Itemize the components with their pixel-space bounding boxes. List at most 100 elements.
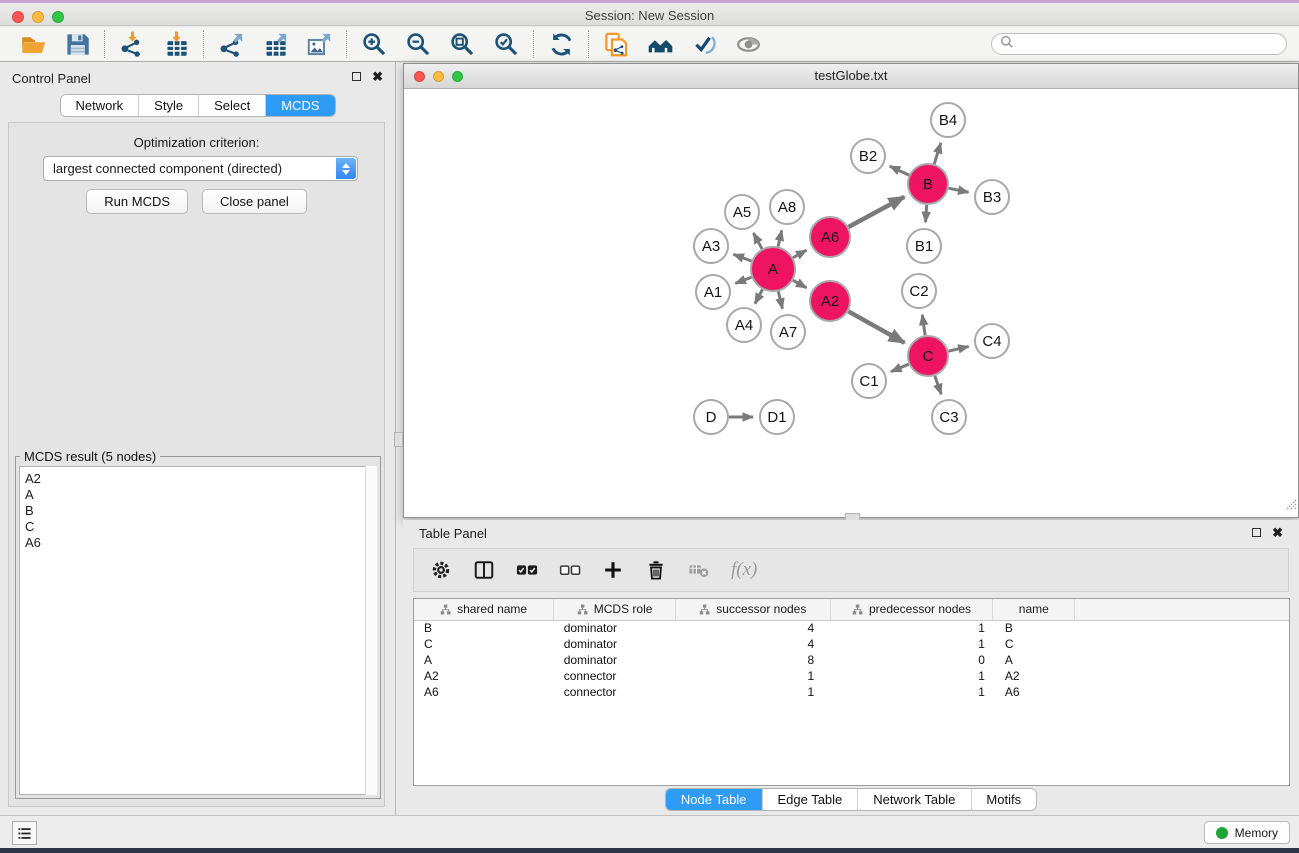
open-session-icon[interactable] [19, 30, 47, 58]
column-header-shared-name[interactable]: shared name [414, 599, 554, 620]
mcds-result-item[interactable]: A2 [25, 471, 376, 487]
graph-node-label-B: B [923, 176, 933, 193]
import-network-icon[interactable] [118, 30, 146, 58]
node-table-row[interactable]: A2connector11A2 [414, 668, 1289, 684]
mcds-result-item[interactable]: A [25, 487, 376, 503]
network-graph: AA1A2A3A4A5A6A7A8BB1B2B3B4CC1C2C3C4DD1 [404, 89, 1298, 517]
checked-boxes-icon[interactable] [516, 559, 538, 581]
graph-edge-C-C4[interactable] [948, 346, 968, 351]
tab-select[interactable]: Select [199, 95, 266, 116]
export-image-icon[interactable] [305, 30, 333, 58]
graph-edge-B-B2[interactable] [890, 166, 909, 175]
mcds-result-item[interactable]: C [25, 519, 376, 535]
graph-edge-A-A8[interactable] [778, 230, 782, 246]
table-close-panel-icon[interactable]: ✖ [1272, 527, 1283, 538]
graph-edge-B-B1[interactable] [926, 205, 927, 222]
node-table-row[interactable]: Adominator80A [414, 652, 1289, 668]
network-window-titlebar[interactable]: testGlobe.txt [404, 64, 1298, 89]
graph-edge-A-A5[interactable] [753, 233, 762, 249]
tab-network-table[interactable]: Network Table [858, 789, 971, 810]
graph-edge-A-A4[interactable] [755, 289, 762, 303]
search-box[interactable] [991, 33, 1287, 55]
search-input[interactable] [1019, 37, 1278, 51]
node-table-row[interactable]: A6connector11A6 [414, 684, 1289, 700]
graph-edge-B-B3[interactable] [949, 188, 969, 192]
graph-edge-B-B4[interactable] [934, 143, 941, 164]
network-minimize-button[interactable] [433, 71, 444, 82]
select-stepper-icon [336, 158, 356, 179]
vertical-splitter-grip[interactable] [394, 432, 403, 447]
split-columns-icon[interactable] [473, 559, 495, 581]
graph-node-label-A7: A7 [779, 324, 797, 341]
cell-filler [1075, 636, 1289, 652]
add-icon[interactable] [602, 559, 624, 581]
run-mcds-button[interactable]: Run MCDS [86, 189, 188, 214]
mcds-result-item[interactable]: B [25, 503, 376, 519]
apply-layout-icon[interactable] [547, 30, 575, 58]
mcds-result-item[interactable]: A6 [25, 535, 376, 551]
graph-edge-A-A1[interactable] [735, 277, 751, 283]
graph-edge-A-A2[interactable] [793, 280, 806, 288]
graphics-details-icon[interactable] [690, 30, 718, 58]
network-close-button[interactable] [414, 71, 425, 82]
zoom-out-icon[interactable] [404, 30, 432, 58]
graph-edge-A2-C[interactable] [848, 311, 904, 343]
column-header-name[interactable]: name [993, 599, 1075, 620]
graph-edge-C-C1[interactable] [891, 364, 909, 371]
tab-style[interactable]: Style [139, 95, 199, 116]
cell-filler [1075, 668, 1289, 684]
trash-icon[interactable] [645, 559, 667, 581]
cell: A6 [993, 684, 1075, 700]
graph-edge-C-C3[interactable] [935, 376, 941, 394]
cell: C [414, 636, 554, 652]
task-history-button[interactable] [12, 821, 37, 845]
graph-edge-A-A3[interactable] [734, 254, 752, 261]
close-panel-icon[interactable]: ✖ [372, 71, 383, 82]
save-session-icon[interactable] [63, 30, 91, 58]
zoom-selected-icon[interactable] [492, 30, 520, 58]
column-header-successor-nodes[interactable]: successor nodes [675, 599, 830, 620]
status-bar: Memory [0, 815, 1299, 848]
graph-node-label-A1: A1 [704, 284, 722, 301]
graph-edge-A-A7[interactable] [778, 291, 782, 308]
memory-button[interactable]: Memory [1204, 821, 1290, 844]
column-header-MCDS-role[interactable]: MCDS role [554, 599, 676, 620]
delete-table-icon[interactable] [688, 559, 710, 581]
graph-node-label-C4: C4 [982, 333, 1001, 350]
function-builder-icon[interactable]: f(x) [731, 559, 757, 581]
tab-node-table[interactable]: Node Table [666, 789, 763, 810]
network-canvas[interactable]: AA1A2A3A4A5A6A7A8BB1B2B3B4CC1C2C3C4DD1 [404, 89, 1298, 517]
zoom-in-icon[interactable] [360, 30, 388, 58]
node-table-row[interactable]: Bdominator41B [414, 620, 1289, 636]
table-toolbar: f(x) [413, 548, 1289, 592]
tab-edge-table[interactable]: Edge Table [762, 789, 858, 810]
tab-motifs[interactable]: Motifs [971, 789, 1036, 810]
graph-edge-A-A6[interactable] [793, 250, 806, 258]
eye-icon[interactable] [734, 30, 762, 58]
result-scrollbar[interactable] [365, 466, 377, 795]
network-zoom-button[interactable] [452, 71, 463, 82]
import-table-icon[interactable] [162, 30, 190, 58]
unchecked-boxes-icon[interactable] [559, 559, 581, 581]
home-icon[interactable] [646, 30, 674, 58]
close-panel-button[interactable]: Close panel [202, 189, 307, 214]
cell: A2 [414, 668, 554, 684]
cell: 0 [830, 652, 993, 668]
table-float-panel-icon[interactable] [1252, 528, 1261, 537]
graph-edge-A6-B[interactable] [848, 197, 904, 227]
column-header-predecessor-nodes[interactable]: predecessor nodes [830, 599, 993, 620]
node-table-row[interactable]: Cdominator41C [414, 636, 1289, 652]
tab-mcds[interactable]: MCDS [266, 95, 334, 116]
export-table-icon[interactable] [261, 30, 289, 58]
export-network-icon[interactable] [217, 30, 245, 58]
float-panel-icon[interactable] [352, 72, 361, 81]
optimization-select[interactable]: largest connected component (directed) [43, 156, 358, 181]
tab-network[interactable]: Network [60, 95, 139, 116]
graph-node-label-B3: B3 [983, 189, 1001, 206]
graph-edge-C-C2[interactable] [922, 315, 925, 335]
window-resize-grip[interactable] [1284, 498, 1297, 516]
zoom-fit-icon[interactable] [448, 30, 476, 58]
copy-network-icon[interactable] [602, 30, 630, 58]
gear-icon[interactable] [430, 559, 452, 581]
cell: A [993, 652, 1075, 668]
